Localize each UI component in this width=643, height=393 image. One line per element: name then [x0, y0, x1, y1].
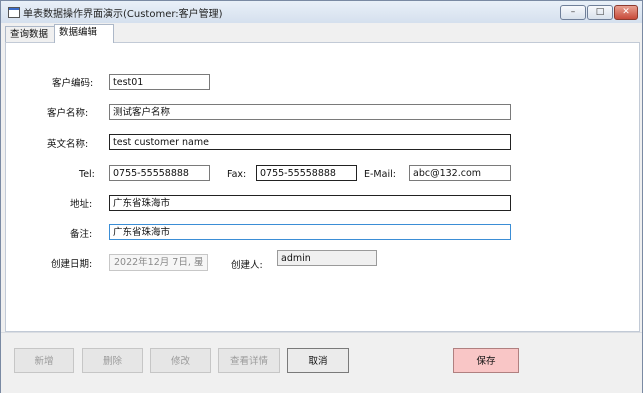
- title-bar[interactable]: 单表数据操作界面演示(Customer:客户管理) – □ ✕: [1, 1, 642, 23]
- window-title: 单表数据操作界面演示(Customer:客户管理): [23, 9, 223, 20]
- edit-button[interactable]: 修改: [150, 348, 211, 373]
- app-window-icon: [8, 7, 20, 18]
- data-edit-panel: 客户编码: test01 客户名称: 测试客户名称 英文名称: test cus…: [5, 42, 640, 332]
- remark-field[interactable]: 广东省珠海市: [109, 224, 511, 240]
- created-date-label: 创建日期:: [51, 259, 93, 270]
- tel-field[interactable]: 0755-55558888: [109, 165, 210, 181]
- add-button[interactable]: 新增: [14, 348, 74, 373]
- creator-field: admin: [277, 250, 377, 266]
- tab-query-data[interactable]: 查询数据: [5, 26, 61, 43]
- created-date-picker[interactable]: 2022年12月 7日, 星 ∨: [109, 254, 208, 271]
- created-date-value: 2022年12月 7日, 星: [114, 257, 204, 268]
- chevron-down-icon: ∨: [197, 258, 204, 267]
- button-bar: 新增 删除 修改 查看详情 取消 保存: [1, 332, 642, 393]
- email-label: E-Mail:: [364, 169, 396, 180]
- minimize-button[interactable]: –: [560, 5, 586, 20]
- customer-code-field[interactable]: test01: [109, 74, 210, 90]
- view-detail-button[interactable]: 查看详情: [218, 348, 280, 373]
- delete-button[interactable]: 删除: [82, 348, 143, 373]
- customer-name-field[interactable]: 测试客户名称: [109, 104, 511, 120]
- customer-name-label: 客户名称:: [47, 108, 89, 119]
- tab-data-edit[interactable]: 数据编辑: [54, 24, 114, 43]
- cancel-button[interactable]: 取消: [287, 348, 349, 373]
- main-window: 单表数据操作界面演示(Customer:客户管理) – □ ✕ 查询数据 数据编…: [0, 0, 643, 393]
- fax-label: Fax:: [227, 169, 247, 180]
- close-button[interactable]: ✕: [614, 5, 638, 20]
- customer-code-label: 客户编码:: [52, 78, 94, 89]
- english-name-label: 英文名称:: [47, 139, 89, 150]
- remark-label: 备注:: [70, 229, 93, 240]
- save-button[interactable]: 保存: [453, 348, 519, 373]
- english-name-field[interactable]: test customer name: [109, 134, 511, 150]
- address-label: 地址:: [70, 199, 93, 210]
- creator-label: 创建人:: [231, 260, 263, 271]
- maximize-button[interactable]: □: [587, 5, 613, 20]
- fax-field[interactable]: 0755-55558888: [256, 165, 357, 181]
- email-field[interactable]: abc@132.com: [409, 165, 511, 181]
- address-field[interactable]: 广东省珠海市: [109, 195, 511, 211]
- tel-label: Tel:: [79, 169, 95, 180]
